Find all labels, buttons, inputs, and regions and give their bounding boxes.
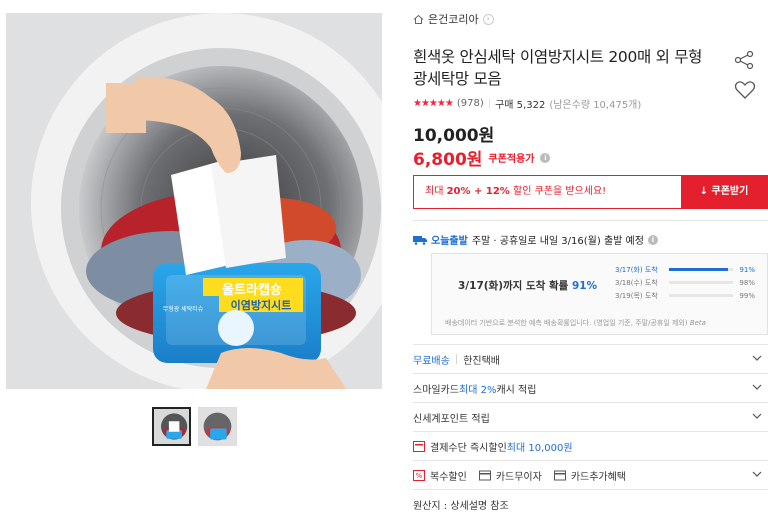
arrival-estimate: 3/17(화)까지 도착 확률 91% [458, 280, 598, 292]
chevron-down-icon[interactable] [752, 469, 762, 479]
probability-row: 3/19(목) 도착 99% [615, 291, 755, 300]
product-title: 흰색옷 안심세탁 이염방지시트 200매 외 무형광세탁망 모음 [413, 48, 703, 88]
discount-icon: % [413, 469, 425, 481]
chevron-down-icon[interactable] [752, 382, 762, 392]
card-icon [553, 470, 566, 480]
coupon-banner[interactable]: 최대 20% + 12% 할인 쿠폰을 받으세요! ↓ 쿠폰받기 [413, 175, 768, 209]
truck-icon [413, 235, 427, 245]
share-icon[interactable] [733, 50, 755, 70]
multi-discount[interactable]: % 복수할인 [413, 468, 467, 483]
review-count[interactable]: (978) [457, 98, 484, 109]
card-benefit[interactable]: 카드추가혜택 [553, 468, 626, 483]
shinsegae-point-row[interactable]: 신세계포인트 적립 [413, 403, 768, 431]
today-ship-label: 오늘출발 [431, 236, 468, 247]
chevron-down-icon[interactable] [752, 411, 762, 421]
product-main-image[interactable]: 울트라캡숑 이염방지시트 무형광 세탁티슈 [6, 13, 382, 389]
home-icon [413, 14, 424, 24]
divider [413, 220, 768, 221]
brand-link[interactable]: 은건코리아 › [413, 11, 494, 27]
coupon-applied-label: 쿠폰적용가 [488, 154, 535, 165]
delivery-note: 배송데이터 기반으로 분석한 예측 배송확률입니다. (영업일 기준, 주말/공… [445, 319, 706, 327]
delivery-option-row[interactable]: 무료배송 | 한진택배 [413, 345, 768, 373]
probability-bar-fill [668, 268, 728, 271]
card-installment[interactable]: 카드무이자 [478, 468, 542, 483]
ship-message: 주말 · 공휴일로 내일 3/16(월) 출발 예정 [471, 236, 644, 247]
origin-row: 원산지 : 상세설명 참조 [413, 500, 509, 512]
chevron-down-icon[interactable] [752, 353, 762, 363]
free-delivery-label: 무료배송 [413, 355, 450, 367]
sale-price: 6,800원 [413, 150, 483, 170]
rating-stars: ★★★★★ [413, 98, 454, 109]
shipping-row: 오늘출발 주말 · 공휴일로 내일 3/16(월) 출발 예정 i [413, 232, 658, 247]
instant-discount-row[interactable]: 결제수단 즉시할인 최대 10,000원 [413, 432, 768, 460]
sale-price-row: 6,800원 쿠폰적용가 i [413, 145, 551, 170]
info-icon[interactable]: i [540, 152, 551, 163]
coupon-message: 최대 20% + 12% 할인 쿠폰을 받으세요! [425, 186, 607, 197]
original-price: 10,000원 [413, 126, 495, 146]
thumbnail-2[interactable] [198, 407, 237, 446]
probability-row: 3/18(수) 도착 98% [615, 278, 755, 287]
delivery-probability-box: 3/17(화)까지 도착 확률 91% 3/17(화) 도착 91% 3/18(… [431, 253, 768, 335]
package-title-1: 울트라캡숑 [222, 282, 282, 298]
probability-row: 3/17(화) 도착 91% [615, 265, 755, 274]
brand-name: 은건코리아 [428, 13, 479, 26]
package-side-text: 무형광 세탁티슈 [163, 305, 204, 313]
svg-text:%: % [416, 472, 423, 480]
rating-row: ★★★★★ (978) | 구매 5,322 (남은수량 10,475개) [413, 98, 642, 111]
smilecard-row[interactable]: 스마일카드 최대 2% 캐시 적립 [413, 374, 768, 402]
benefits-row[interactable]: % 복수할인 카드무이자 카드추가혜택 [413, 461, 768, 489]
card-icon [413, 440, 425, 452]
heart-icon[interactable] [734, 80, 756, 100]
chevron-right-icon: › [482, 13, 494, 25]
card-icon [478, 470, 491, 480]
thumbnail-1[interactable] [152, 407, 191, 446]
info-icon[interactable]: i [647, 234, 658, 245]
thumbnail-list [152, 407, 237, 446]
stock-count: (남은수량 10,475개) [549, 100, 642, 111]
delivery-company: 한진택배 [463, 355, 500, 367]
package-title-2: 이염방지시트 [231, 298, 292, 312]
get-coupon-button[interactable]: ↓ 쿠폰받기 [681, 176, 767, 208]
probability-list: 3/17(화) 도착 91% 3/18(수) 도착 98% 3/19(목) 도착… [615, 263, 755, 302]
sold-count: 구매 5,322 [495, 100, 546, 111]
